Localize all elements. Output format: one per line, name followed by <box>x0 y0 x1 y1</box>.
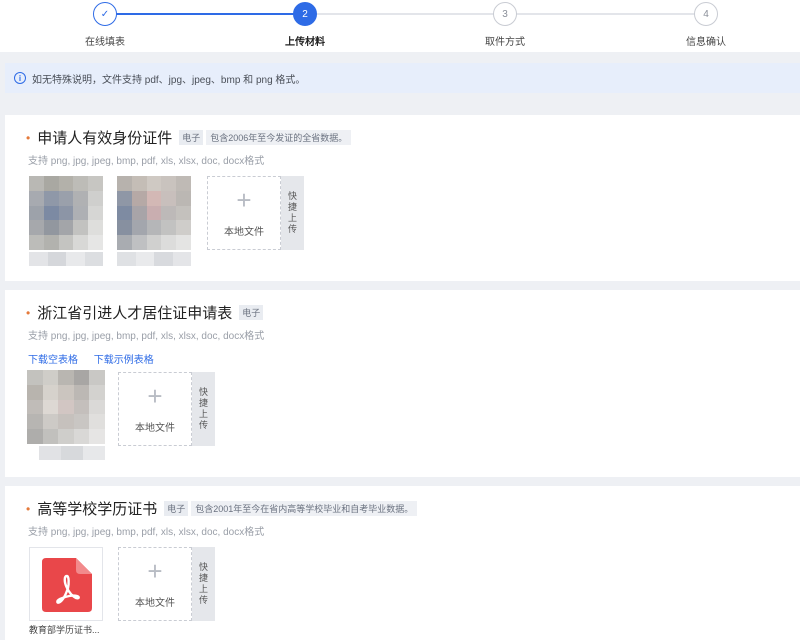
electronic-tag: 电子 <box>164 501 189 516</box>
supported-formats: 支持 png, jpg, jpeg, bmp, pdf, xls, xlsx, … <box>28 156 265 167</box>
format-notice: i 如无特殊说明，文件支持 pdf、jpg、jpeg、bmp 和 png 格式。 <box>5 63 800 93</box>
section-title: 浙江省引进人才居住证申请表 <box>37 305 233 322</box>
supported-formats: 支持 png, jpg, jpeg, bmp, pdf, xls, xlsx, … <box>28 331 265 342</box>
section-diploma: • 高等学校学历证书 电子 包含2001年至今在省内高等学校毕业和自考毕业数据。… <box>5 486 800 640</box>
upload-label: 本地文件 <box>135 423 175 434</box>
required-marker: • <box>26 501 31 516</box>
data-hint: 包含2001年至今在省内高等学校毕业和自考毕业数据。 <box>191 501 418 516</box>
thumbnail-caption <box>117 252 191 266</box>
thumbnail-caption <box>29 252 103 266</box>
progress-stepper: ✓ 在线填表 2 上传材料 3 取件方式 4 信息确认 <box>0 0 800 52</box>
step-label: 在线填表 <box>85 37 125 48</box>
section-title: 高等学校学历证书 <box>37 501 158 518</box>
section-talent-residence-form: • 浙江省引进人才居住证申请表 电子 支持 png, jpg, jpeg, bm… <box>5 290 800 477</box>
section-title: 申请人有效身份证件 <box>37 130 173 147</box>
step-number: 4 <box>694 2 718 26</box>
step-pickup-method[interactable]: 3 取件方式 <box>445 2 565 48</box>
download-links: 下载空表格 下载示例表格 <box>28 351 167 366</box>
plus-icon: + <box>147 556 163 586</box>
upload-label: 本地文件 <box>135 598 175 609</box>
step-label: 上传材料 <box>285 37 325 48</box>
quick-upload-button[interactable]: 快捷上传 <box>281 176 304 250</box>
download-sample-form-link[interactable]: 下载示例表格 <box>94 355 154 366</box>
pdf-icon <box>42 558 92 612</box>
required-marker: • <box>26 305 31 320</box>
section-header: • 浙江省引进人才居住证申请表 电子 <box>26 302 264 323</box>
download-blank-form-link[interactable]: 下载空表格 <box>28 355 78 366</box>
info-icon: i <box>14 72 26 84</box>
uploaded-image-thumbnail[interactable] <box>29 176 103 250</box>
file-name: 教育部学历证书... <box>29 625 100 635</box>
notice-text: 如无特殊说明，文件支持 pdf、jpg、jpeg、bmp 和 png 格式。 <box>32 74 306 86</box>
uploaded-image-thumbnail[interactable] <box>27 370 105 444</box>
plus-icon: + <box>147 381 163 411</box>
quick-upload-button[interactable]: 快捷上传 <box>192 547 215 621</box>
upload-label: 本地文件 <box>224 227 264 238</box>
step-label: 信息确认 <box>686 37 726 48</box>
check-icon: ✓ <box>93 2 117 26</box>
step-number: 2 <box>293 2 317 26</box>
section-id-document: • 申请人有效身份证件 电子 包含2006年至今发证的全省数据。 支持 png,… <box>5 115 800 281</box>
step-fill-form[interactable]: ✓ 在线填表 <box>45 2 165 48</box>
local-file-upload-button[interactable]: + 本地文件 <box>118 547 192 621</box>
data-hint: 包含2006年至今发证的全省数据。 <box>206 130 352 145</box>
step-label: 取件方式 <box>485 37 525 48</box>
step-confirm-info[interactable]: 4 信息确认 <box>646 2 766 48</box>
plus-icon: + <box>236 185 252 215</box>
local-file-upload-button[interactable]: + 本地文件 <box>118 372 192 446</box>
uploaded-pdf-file[interactable] <box>29 547 103 621</box>
uploaded-image-thumbnail[interactable] <box>117 176 191 250</box>
electronic-tag: 电子 <box>239 305 264 320</box>
local-file-upload-button[interactable]: + 本地文件 <box>207 176 281 250</box>
thumbnail-caption <box>39 446 105 460</box>
quick-upload-button[interactable]: 快捷上传 <box>192 372 215 446</box>
electronic-tag: 电子 <box>179 130 204 145</box>
section-header: • 高等学校学历证书 电子 包含2001年至今在省内高等学校毕业和自考毕业数据。 <box>26 498 418 519</box>
required-marker: • <box>26 130 31 145</box>
section-header: • 申请人有效身份证件 电子 包含2006年至今发证的全省数据。 <box>26 127 352 148</box>
supported-formats: 支持 png, jpg, jpeg, bmp, pdf, xls, xlsx, … <box>28 527 265 538</box>
step-number: 3 <box>493 2 517 26</box>
step-upload-materials[interactable]: 2 上传材料 <box>245 2 365 48</box>
